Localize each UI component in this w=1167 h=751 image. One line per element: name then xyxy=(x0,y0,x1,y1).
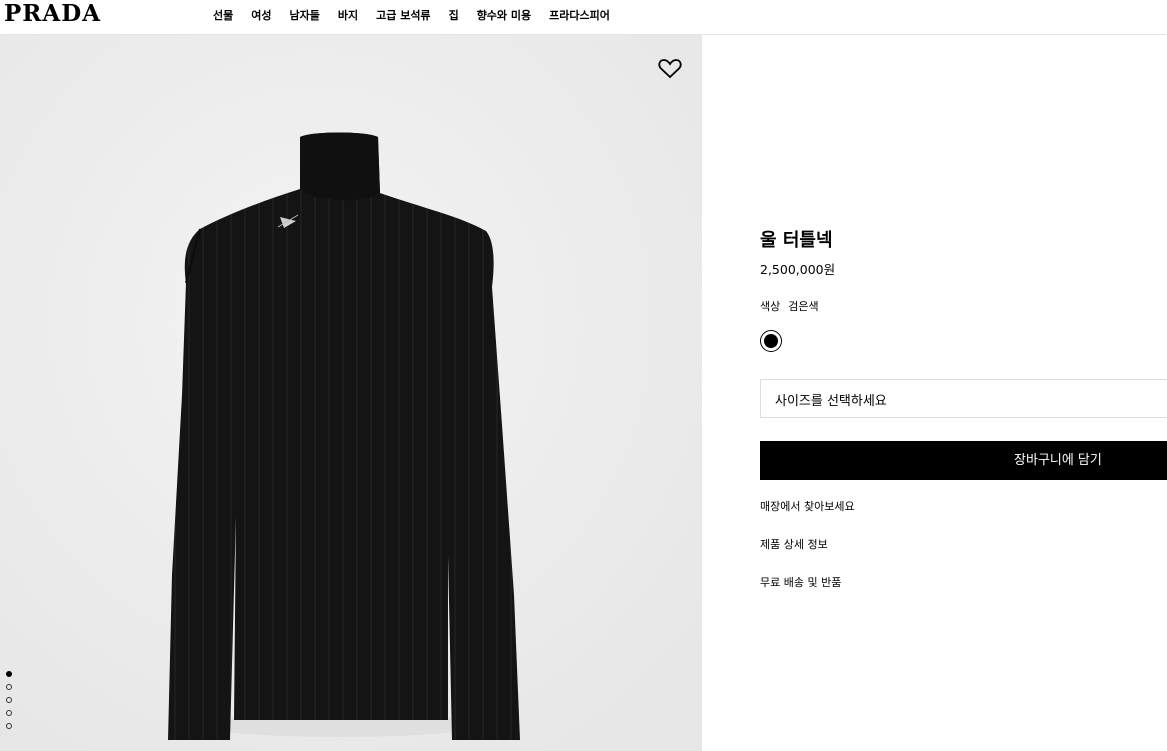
nav-item-gifts[interactable]: 선물 xyxy=(213,7,233,23)
product-gallery[interactable] xyxy=(0,35,702,751)
sweater-body xyxy=(168,132,520,740)
color-value: 검은색 xyxy=(788,300,819,313)
product-details-link[interactable]: 제품 상세 정보 xyxy=(760,536,828,552)
color-info: 색상 검은색 xyxy=(760,298,819,314)
product-image xyxy=(0,35,702,751)
color-swatch-black[interactable] xyxy=(760,330,782,352)
nav-item-pradasphere[interactable]: 프라다스피어 xyxy=(549,7,610,23)
nav-item-home[interactable]: 집 xyxy=(449,7,459,23)
nav-item-fine-jewelry[interactable]: 고급 보석류 xyxy=(376,7,430,23)
gallery-dot-5[interactable] xyxy=(6,723,12,729)
gallery-dot-2[interactable] xyxy=(6,684,12,690)
gallery-dot-3[interactable] xyxy=(6,697,12,703)
find-in-store-link[interactable]: 매장에서 찾아보세요 xyxy=(760,498,855,514)
gallery-pagination xyxy=(6,671,12,729)
nav-item-beauty[interactable]: 향수와 미용 xyxy=(477,7,531,23)
main-nav: 선물 여성 남자들 바지 고급 보석류 집 향수와 미용 프라다스피어 xyxy=(213,7,610,23)
wishlist-heart-icon[interactable] xyxy=(658,57,682,79)
prada-logo[interactable]: PRADA xyxy=(4,2,101,26)
gallery-dot-4[interactable] xyxy=(6,710,12,716)
gallery-dot-1[interactable] xyxy=(6,671,12,677)
nav-item-men[interactable]: 남자들 xyxy=(290,7,320,23)
product-price: 2,500,000원 xyxy=(760,262,836,277)
add-to-cart-button[interactable]: 장바구니에 담기 xyxy=(760,441,1167,480)
nav-item-women[interactable]: 여성 xyxy=(251,7,271,23)
product-title: 울 터틀넥 xyxy=(760,230,833,251)
nav-item-pants[interactable]: 바지 xyxy=(338,7,358,23)
shipping-returns-link[interactable]: 무료 배송 및 반품 xyxy=(760,574,841,590)
site-header: PRADA 선물 여성 남자들 바지 고급 보석류 집 향수와 미용 프라다스피… xyxy=(0,0,1167,35)
color-label: 색상 xyxy=(760,300,781,313)
size-select[interactable]: 사이즈를 선택하세요 xyxy=(760,379,1167,418)
